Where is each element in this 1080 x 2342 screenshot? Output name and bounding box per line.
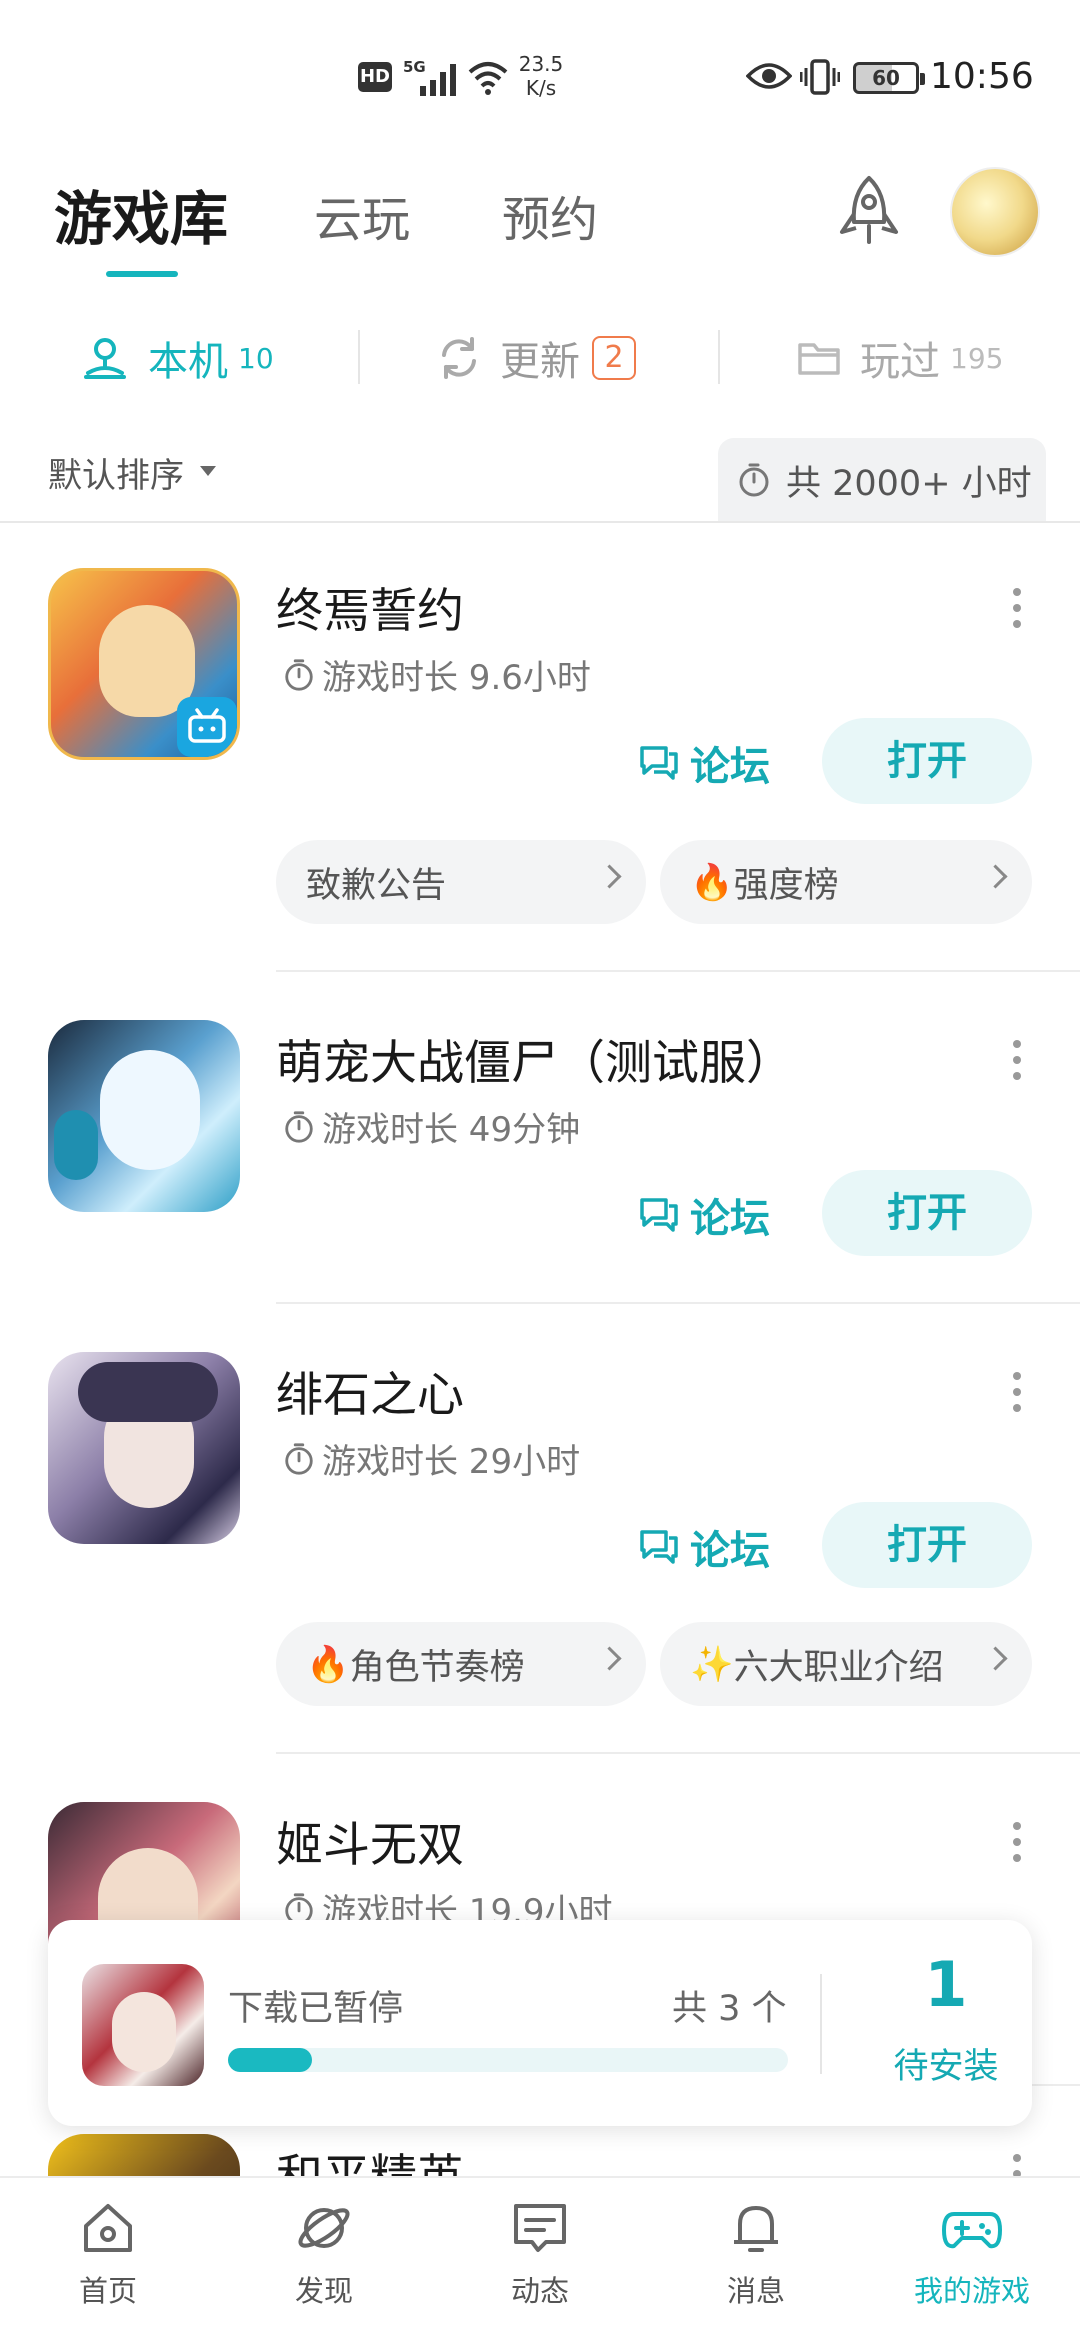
subtab-local-label: 本机 [148,339,228,385]
divider [276,1302,1080,1304]
game-icon-mengchong[interactable] [48,1020,240,1212]
message-card-icon [514,2204,566,2252]
more-options-icon[interactable] [1010,1370,1024,1414]
battery-indicator: 60 [853,62,925,94]
game-title[interactable]: 姬斗无双 [276,1806,464,1875]
planet-icon [298,2208,350,2248]
chip-tier-list[interactable]: 🔥 强度榜 [660,840,1032,924]
network-speed: 23.5 K/s [518,52,564,100]
user-avatar[interactable] [950,167,1040,257]
local-device-icon [84,338,126,379]
game-title[interactable]: 终焉誓约 [276,572,464,641]
status-bar: HD 5G 23.5 K/s 60 10:56 [0,0,1080,130]
stopwatch-icon [739,463,769,497]
chevron-right-icon [983,1646,1008,1671]
signal-icon [420,64,456,96]
download-progress-fill [228,2048,312,2072]
subtab-local-count: 10 [238,341,274,375]
divider [276,1752,1080,1754]
rocket-icon[interactable] [834,174,904,248]
pending-install-count[interactable]: 1 [838,1948,1054,2021]
stopwatch-icon [285,658,313,691]
divider [820,1974,822,2074]
download-progress-bar [228,2048,788,2072]
open-game-button[interactable]: 打开 [822,1502,1032,1588]
chat-bubble-icon [640,746,678,780]
total-playtime-label: 共 2000+ 小时 [786,463,1032,504]
nav-messages[interactable]: 消息 [676,2196,836,2310]
game-icon-zhongyan[interactable] [48,568,240,760]
stopwatch-icon [285,1442,313,1475]
game-title[interactable]: 萌宠大战僵尸（测试服） [276,1024,793,1093]
tab-game-library[interactable]: 游戏库 [54,172,228,256]
nav-feed[interactable]: 动态 [460,2196,620,2310]
eye-icon [746,63,792,89]
forum-button[interactable]: 论坛 [638,1180,770,1250]
game-playtime: 游戏时长 29小时 [282,1434,580,1483]
download-total: 共 3 个 [672,1989,787,2029]
active-tab-indicator [106,271,178,277]
tab-cloud-play[interactable]: 云玩 [314,180,410,250]
vibrate-icon [800,59,840,95]
pending-install-label[interactable]: 待安装 [838,2038,1054,2089]
folder-icon [798,343,840,375]
fire-icon: 🔥 [306,1644,350,1685]
forum-button[interactable]: 论坛 [638,1512,770,1582]
clock: 10:56 [930,56,1034,97]
game-title[interactable]: 绯石之心 [276,1356,464,1425]
nav-home[interactable]: 首页 [28,2196,188,2310]
chip-character-rhythm[interactable]: 🔥 角色节奏榜 [276,1622,646,1706]
forum-button[interactable]: 论坛 [638,728,770,798]
more-options-icon[interactable] [1010,586,1024,630]
open-game-button[interactable]: 打开 [822,1170,1032,1256]
update-count-badge: 2 [592,336,636,380]
game-icon-feishi[interactable] [48,1352,240,1544]
bilibili-badge-icon [177,697,237,757]
nav-my-games[interactable]: 我的游戏 [892,2196,1052,2310]
refresh-icon [442,337,476,379]
chat-bubble-icon [640,1198,678,1232]
download-game-icon [82,1964,204,2086]
total-playtime: 共 2000+ 小时 [718,438,1046,522]
chevron-right-icon [597,864,622,889]
chip-apology-notice[interactable]: 致歉公告 [276,840,646,924]
subtab-separator [358,330,360,384]
chat-bubble-icon [640,1530,678,1564]
subtab-played-count: 195 [950,341,1004,375]
fire-icon: 🔥 [690,862,734,903]
hd-badge: HD [358,62,392,92]
sort-dropdown[interactable]: 默认排序 [48,448,184,497]
chevron-right-icon [597,1646,622,1671]
tab-reservation[interactable]: 预约 [502,180,598,250]
divider [276,970,1080,972]
wifi-icon [468,62,508,95]
open-game-button[interactable]: 打开 [822,718,1032,804]
bell-icon [734,2206,778,2252]
subtab-played-label: 玩过 [860,339,940,385]
caret-down-icon [200,466,216,476]
download-manager-card[interactable]: 下载已暂停 共 3 个 1 待安装 [48,1920,1032,2126]
subtab-local[interactable]: 本机 10 [80,328,274,388]
subtab-played[interactable]: 玩过 195 [796,328,1003,388]
stopwatch-icon [285,1110,313,1143]
more-options-icon[interactable] [1010,1038,1024,1082]
divider [0,521,1080,523]
home-icon [84,2204,132,2252]
nav-discover[interactable]: 发现 [244,2196,404,2310]
subtab-updates-label: 更新 [500,339,580,385]
game-playtime: 游戏时长 49分钟 [282,1102,580,1151]
game-playtime: 游戏时长 9.6小时 [282,650,591,699]
download-status: 下载已暂停 [228,1989,404,2029]
more-options-icon[interactable] [1010,1820,1024,1864]
gamepad-icon [942,2212,1002,2249]
chevron-right-icon [983,864,1008,889]
subtab-updates[interactable]: 更新 2 [436,328,636,388]
chip-class-intro[interactable]: ✨ 六大职业介绍 [660,1622,1032,1706]
subtab-separator [718,330,720,384]
bottom-navigation: 首页 发现 动态 消息 我的游戏 [0,2176,1080,2342]
sparkle-icon: ✨ [690,1644,734,1685]
